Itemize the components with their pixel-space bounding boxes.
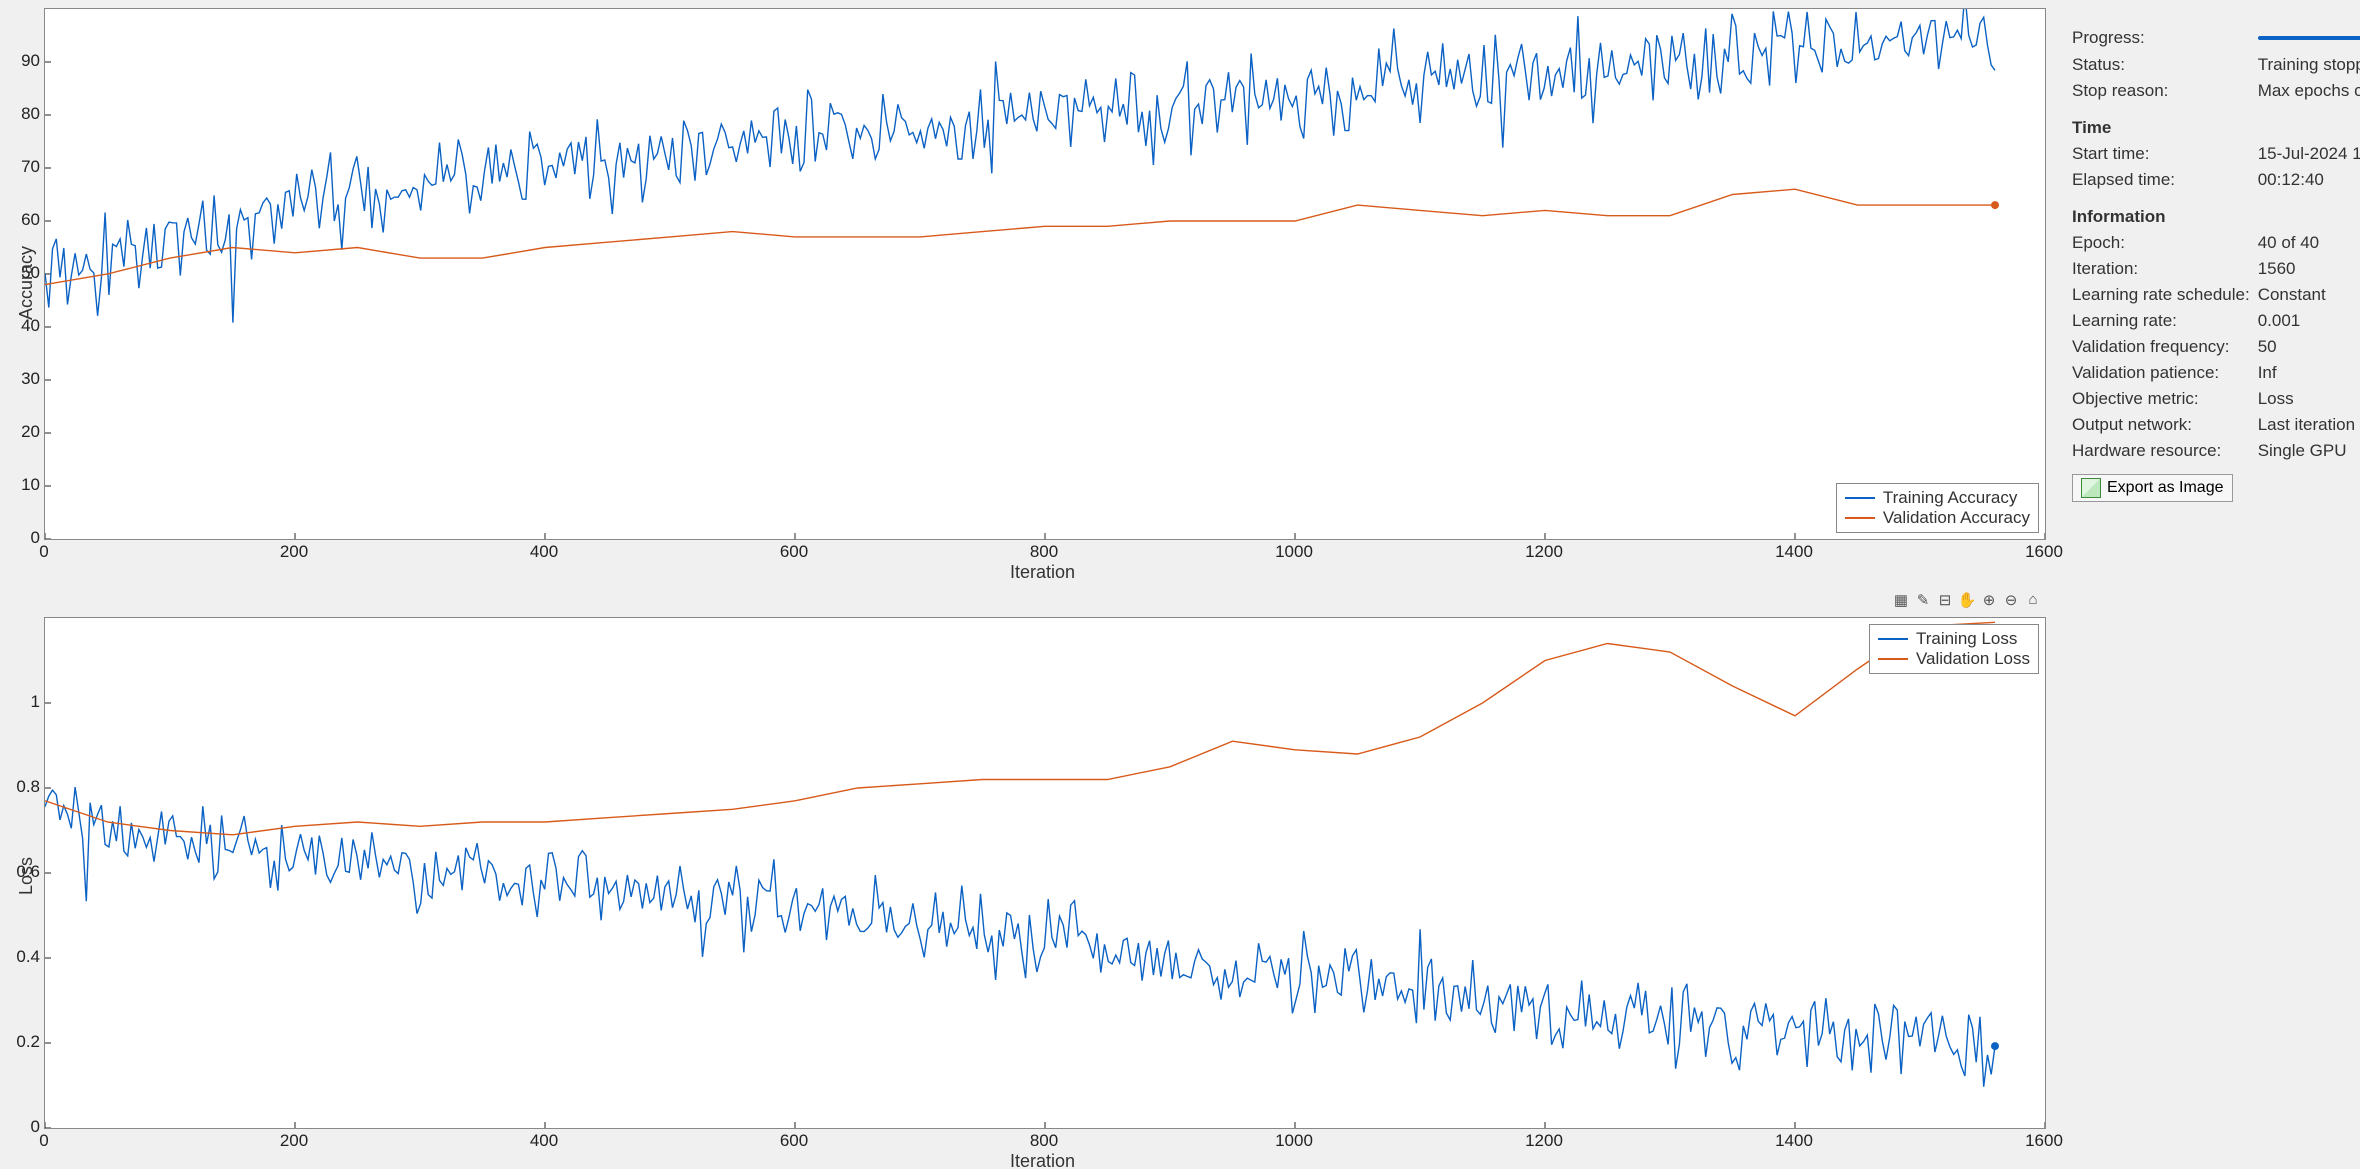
hardware-label: Hardware resource: xyxy=(2072,438,2258,464)
pan-icon[interactable]: ✋ xyxy=(1957,590,1977,610)
start-time-value: 15-Jul-2024 10:57:14 xyxy=(2258,141,2360,167)
info-table: Progress: Status: Training stopped Stop … xyxy=(2072,24,2360,464)
validation-freq-label: Validation frequency: xyxy=(2072,334,2258,360)
data-cursor-icon[interactable]: ⊟ xyxy=(1935,590,1955,610)
training-progress-window: Training Accuracy Validation Accuracy 0 1… xyxy=(0,0,2360,1169)
lr-schedule-value: Constant xyxy=(2258,282,2360,308)
accuracy-legend[interactable]: Training Accuracy Validation Accuracy xyxy=(1836,483,2039,533)
xtick-label: 200 xyxy=(274,542,314,562)
ytick-label: 80 xyxy=(4,104,40,124)
accuracy-xlabel: Iteration xyxy=(1010,562,1075,583)
legend-item-validation-loss: Validation Loss xyxy=(1878,649,2030,669)
export-button-label: Export as Image xyxy=(2107,479,2224,497)
xtick-label: 200 xyxy=(274,1131,314,1151)
xtick-label: 800 xyxy=(1024,542,1064,562)
ytick-label: 0.2 xyxy=(4,1032,40,1052)
validation-patience-value: Inf xyxy=(2258,360,2360,386)
stop-reason-value: Max epochs completed xyxy=(2258,78,2360,104)
xtick-label: 1400 xyxy=(1774,542,1814,562)
stop-reason-label: Stop reason: xyxy=(2072,78,2258,104)
ytick-label: 70 xyxy=(4,157,40,177)
legend-label: Training Accuracy xyxy=(1883,488,2017,508)
xtick-label: 1200 xyxy=(1524,542,1564,562)
brush-icon[interactable]: ▦ xyxy=(1891,590,1911,610)
line-swatch-icon xyxy=(1845,497,1875,499)
ytick-label: 0.4 xyxy=(4,947,40,967)
charts-column: Training Accuracy Validation Accuracy 0 1… xyxy=(0,0,2060,1169)
progress-row: Progress: xyxy=(2072,24,2360,52)
export-as-image-button[interactable]: Export as Image xyxy=(2072,474,2233,502)
learning-rate-value: 0.001 xyxy=(2258,308,2360,334)
ytick-label: 10 xyxy=(4,475,40,495)
legend-item-training-accuracy: Training Accuracy xyxy=(1845,488,2030,508)
ytick-label: 30 xyxy=(4,369,40,389)
xtick-label: 1600 xyxy=(2024,1131,2064,1151)
accuracy-ylabel: Accuracy xyxy=(16,246,37,320)
xtick-label: 1600 xyxy=(2024,542,2064,562)
ytick-label: 20 xyxy=(4,422,40,442)
iteration-label: Iteration: xyxy=(2072,256,2258,282)
xtick-label: 1000 xyxy=(1274,1131,1314,1151)
xtick-label: 600 xyxy=(774,1131,814,1151)
progress-bar xyxy=(2258,36,2360,40)
line-swatch-icon xyxy=(1878,658,1908,660)
epoch-value: 40 of 40 xyxy=(2258,230,2360,256)
xtick-label: 400 xyxy=(524,1131,564,1151)
ytick-label: 1 xyxy=(4,692,40,712)
objective-metric-value: Loss xyxy=(2258,386,2360,412)
loss-plot-area[interactable]: ▦ ✎ ⊟ ✋ ⊕ ⊖ ⌂ Training Loss Validation xyxy=(44,617,2046,1129)
info-sidebar: Progress: Status: Training stopped Stop … xyxy=(2060,0,2360,1169)
lr-schedule-label: Learning rate schedule: xyxy=(2072,282,2258,308)
axes-toolbar: ▦ ✎ ⊟ ✋ ⊕ ⊖ ⌂ xyxy=(1891,590,2043,610)
validation-patience-label: Validation patience: xyxy=(2072,360,2258,386)
xtick-label: 1400 xyxy=(1774,1131,1814,1151)
learning-rate-label: Learning rate: xyxy=(2072,308,2258,334)
edit-icon[interactable]: ✎ xyxy=(1913,590,1933,610)
line-swatch-icon xyxy=(1878,638,1908,640)
time-header: Time xyxy=(2072,104,2360,141)
loss-ylabel: Loss xyxy=(16,856,37,894)
export-image-icon xyxy=(2081,478,2101,498)
elapsed-time-label: Elapsed time: xyxy=(2072,167,2258,193)
xtick-label: 800 xyxy=(1024,1131,1064,1151)
ytick-label: 60 xyxy=(4,210,40,230)
legend-label: Training Loss xyxy=(1916,629,2017,649)
iteration-value: 1560 xyxy=(2258,256,2360,282)
accuracy-plot-area[interactable]: Training Accuracy Validation Accuracy xyxy=(44,8,2046,540)
progress-label: Progress: xyxy=(2072,24,2258,52)
zoom-out-icon[interactable]: ⊖ xyxy=(2001,590,2021,610)
output-network-value: Last iteration xyxy=(2258,412,2360,438)
loss-chart[interactable]: ▦ ✎ ⊟ ✋ ⊕ ⊖ ⌂ Training Loss Validation xyxy=(0,585,2060,1169)
information-header: Information xyxy=(2072,193,2360,230)
ytick-label: 0.8 xyxy=(4,777,40,797)
output-network-label: Output network: xyxy=(2072,412,2258,438)
xtick-label: 400 xyxy=(524,542,564,562)
xtick-label: 600 xyxy=(774,542,814,562)
xtick-label: 1200 xyxy=(1524,1131,1564,1151)
objective-metric-label: Objective metric: xyxy=(2072,386,2258,412)
ytick-label: 90 xyxy=(4,51,40,71)
xtick-label: 0 xyxy=(24,1131,64,1151)
status-label: Status: xyxy=(2072,52,2258,78)
home-icon[interactable]: ⌂ xyxy=(2023,590,2043,610)
legend-item-training-loss: Training Loss xyxy=(1878,629,2030,649)
accuracy-chart[interactable]: Training Accuracy Validation Accuracy 0 1… xyxy=(0,0,2060,585)
legend-label: Validation Accuracy xyxy=(1883,508,2030,528)
status-value: Training stopped xyxy=(2258,52,2360,78)
epoch-label: Epoch: xyxy=(2072,230,2258,256)
xtick-label: 0 xyxy=(24,542,64,562)
line-swatch-icon xyxy=(1845,517,1875,519)
elapsed-time-value: 00:12:40 xyxy=(2258,167,2360,193)
start-time-label: Start time: xyxy=(2072,141,2258,167)
loss-legend[interactable]: Training Loss Validation Loss xyxy=(1869,624,2039,674)
xtick-label: 1000 xyxy=(1274,542,1314,562)
loss-xlabel: Iteration xyxy=(1010,1151,1075,1169)
legend-item-validation-accuracy: Validation Accuracy xyxy=(1845,508,2030,528)
validation-freq-value: 50 xyxy=(2258,334,2360,360)
hardware-value: Single GPU xyxy=(2258,438,2360,464)
legend-label: Validation Loss xyxy=(1916,649,2030,669)
zoom-in-icon[interactable]: ⊕ xyxy=(1979,590,1999,610)
